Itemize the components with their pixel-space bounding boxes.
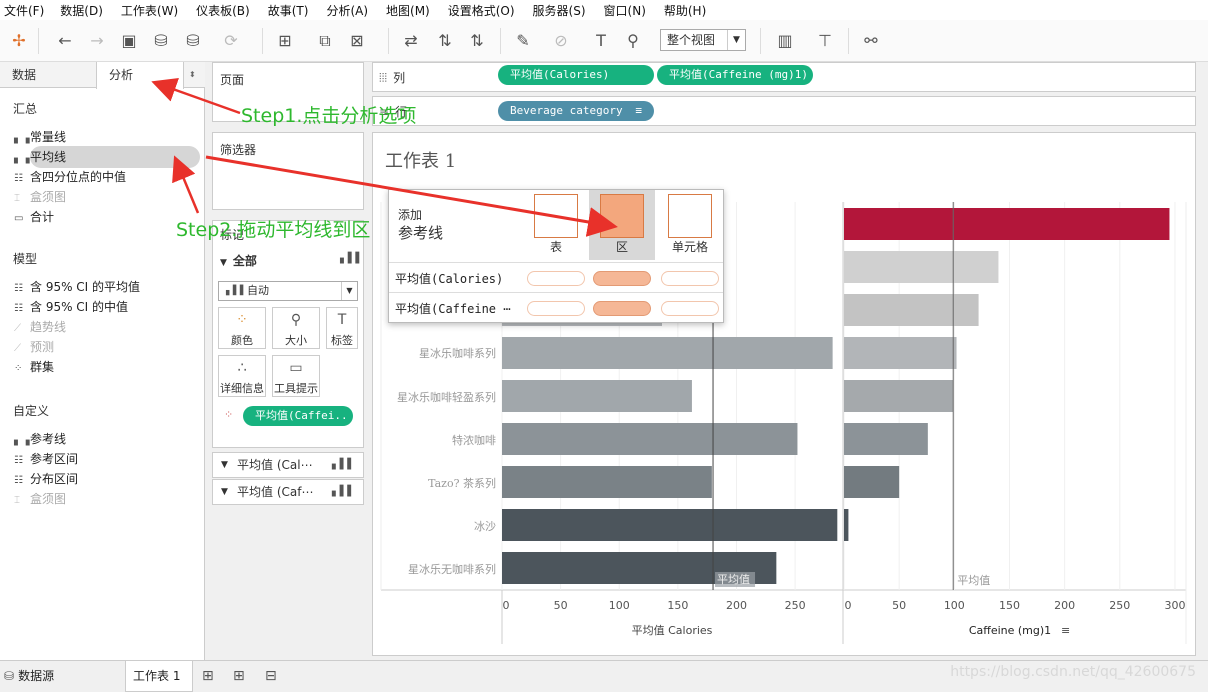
annotation-step2: Step2.拖动平均线到区	[176, 219, 371, 241]
x-tick-label: 200	[1054, 599, 1075, 612]
x-tick-label: 100	[609, 599, 630, 612]
x-tick-label: 200	[726, 599, 747, 612]
bar-caffeine	[844, 251, 999, 283]
x-tick-label: 0	[845, 599, 852, 612]
table-scope-icon	[534, 194, 578, 238]
annotation-step1: Step1.点击分析选项	[241, 105, 417, 127]
reference-label-caffeine: 平均值	[957, 574, 990, 587]
option-table[interactable]: 表	[523, 190, 589, 260]
bar-caffeine	[844, 208, 1170, 240]
x-tick-label: 0	[503, 599, 510, 612]
new-worksheet-tab-icon[interactable]: ⊞	[202, 661, 214, 692]
x-tick-label: 250	[785, 599, 806, 612]
cell-scope-icon	[668, 194, 712, 238]
bar-caffeine	[844, 294, 979, 326]
popup-title-reference-line: 参考线	[398, 224, 444, 242]
new-dashboard-tab-icon[interactable]: ⊞	[233, 661, 245, 692]
drop-slot-table-calories[interactable]	[527, 271, 585, 286]
bar-caffeine	[844, 466, 900, 498]
x-tick-label: 300	[1164, 599, 1185, 612]
drop-slot-pane-caffeine[interactable]	[593, 301, 651, 316]
x-axis-title-calories: 平均值 Calories	[632, 624, 713, 637]
popup-title-add: 添加	[398, 208, 423, 222]
popup-row-caffeine: 平均值(Caffeine ⋯	[389, 292, 723, 322]
bar-calories	[502, 337, 833, 369]
bar-caffeine	[844, 509, 849, 541]
pane-scope-icon	[600, 194, 644, 238]
drop-slot-cell-calories[interactable]	[661, 271, 719, 286]
sort-icon: ≡	[1061, 624, 1070, 637]
drop-slot-table-caffeine[interactable]	[527, 301, 585, 316]
x-axis-title-caffeine: Caffeine (mg)1	[969, 624, 1051, 637]
x-tick-label: 150	[999, 599, 1020, 612]
x-tick-label: 50	[554, 599, 568, 612]
option-pane[interactable]: 区	[589, 190, 655, 260]
drop-slot-pane-calories[interactable]	[593, 271, 651, 286]
datasource-icon: ⛁	[4, 669, 15, 683]
datasource-tab[interactable]: ⛁ 数据源	[4, 661, 54, 692]
bar-caffeine	[844, 380, 954, 412]
watermark: https://blog.csdn.net/qq_42600675	[950, 664, 1196, 680]
x-tick-label: 50	[892, 599, 906, 612]
x-tick-label: 150	[667, 599, 688, 612]
bar-caffeine	[844, 423, 928, 455]
tab-worksheet-1[interactable]: 工作表 1	[125, 661, 193, 692]
bar-calories	[502, 466, 712, 498]
x-tick-label: 250	[1109, 599, 1130, 612]
reference-label-calories: 平均值	[717, 573, 750, 586]
bar-chart: 0 50 100 150 200 250 0 50 100 150 200 250 300平均值 平均值平…	[380, 202, 1187, 644]
drop-slot-cell-caffeine[interactable]	[661, 301, 719, 316]
add-reference-line-popup: 添加 参考线 表 区 单元格 平均值(Calories) 平均值(Caffein…	[388, 189, 724, 323]
bar-calories	[502, 423, 798, 455]
bar-calories	[502, 380, 692, 412]
bar-caffeine	[844, 337, 957, 369]
x-tick-label: 100	[944, 599, 965, 612]
new-story-tab-icon[interactable]: ⊟	[265, 661, 277, 692]
option-cell[interactable]: 单元格	[657, 190, 723, 260]
bar-calories	[502, 509, 838, 541]
popup-row-calories: 平均值(Calories)	[389, 262, 723, 292]
